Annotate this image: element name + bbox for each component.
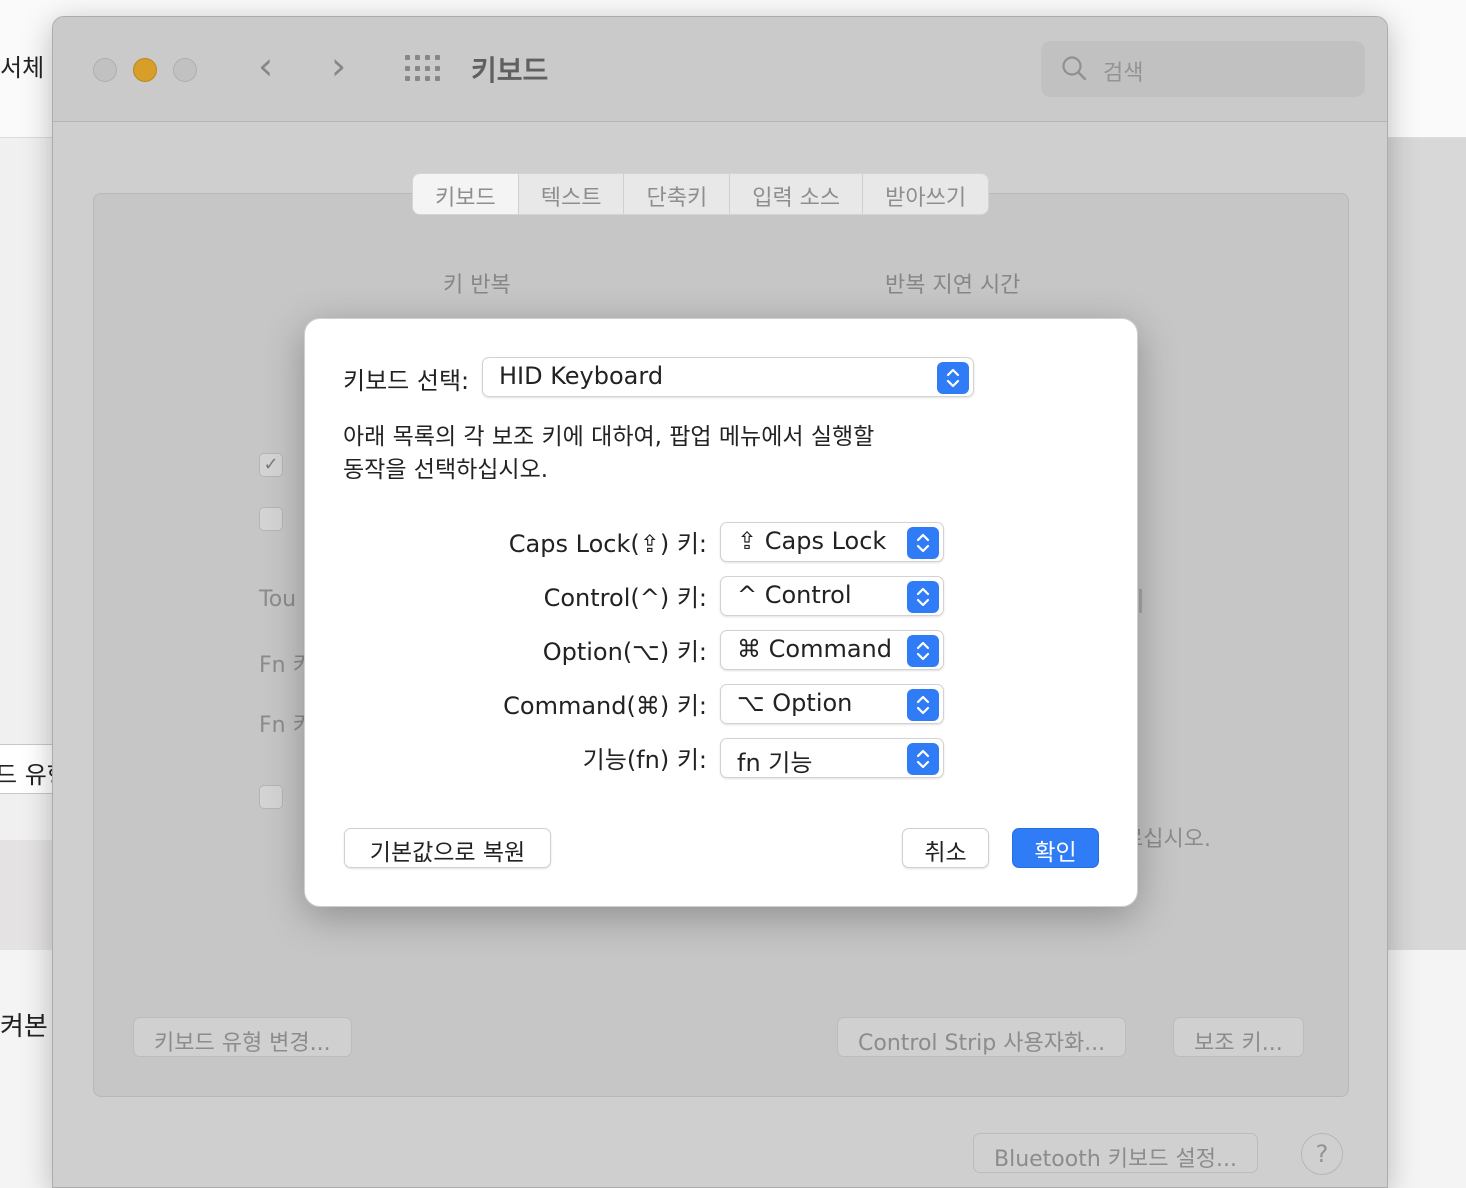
tab-bar: 키보드 텍스트 단축키 입력 소스 받아쓰기 [412, 173, 990, 215]
background-panel [0, 840, 60, 950]
background-font-label: 서체 [0, 54, 45, 82]
command-key-label: Command(⌘) 키: [503, 692, 707, 720]
control-action-value: ^ Control [737, 581, 852, 609]
command-action-popup[interactable]: ⌥ Option [720, 684, 944, 724]
background-right-panel [1388, 138, 1466, 950]
popup-arrows-icon [907, 689, 939, 721]
fn-action-popup[interactable]: fn 기능 [720, 738, 944, 778]
fn-key-label: 기능(fn) 키: [582, 746, 707, 774]
popup-arrows-icon [937, 362, 969, 394]
modifier-keys-sheet: 키보드 선택: HID Keyboard 아래 목록의 각 보조 키에 대하여,… [304, 318, 1138, 907]
tab-dictation[interactable]: 받아쓰기 [863, 174, 988, 214]
ok-button[interactable]: 확인 [1012, 828, 1099, 868]
keyboard-select-popup[interactable]: HID Keyboard [482, 357, 974, 397]
option-action-value: ⌘ Command [737, 635, 892, 663]
caps-lock-action-value: ⇪ Caps Lock [737, 527, 887, 555]
tab-keyboard[interactable]: 키보드 [413, 174, 519, 214]
instructions-line-1: 아래 목록의 각 보조 키에 대하여, 팝업 메뉴에서 실행할 [343, 424, 875, 450]
command-action-value: ⌥ Option [737, 689, 853, 717]
option-action-popup[interactable]: ⌘ Command [720, 630, 944, 670]
popup-arrows-icon [907, 743, 939, 775]
tab-input-sources[interactable]: 입력 소스 [730, 174, 864, 214]
keyboard-select-value: HID Keyboard [499, 362, 664, 390]
restore-defaults-button[interactable]: 기본값으로 복원 [344, 828, 551, 868]
background-bottom-label: 켜본 [0, 1012, 48, 1042]
caps-lock-action-popup[interactable]: ⇪ Caps Lock [720, 522, 944, 562]
tab-shortcuts[interactable]: 단축키 [624, 174, 731, 214]
keyboard-select-label: 키보드 선택: [343, 367, 470, 395]
control-key-label: Control(^) 키: [543, 584, 707, 612]
option-key-label: Option(⌥) 키: [542, 638, 707, 666]
popup-arrows-icon [907, 527, 939, 559]
popup-arrows-icon [907, 635, 939, 667]
fn-action-value: fn 기능 [737, 749, 813, 777]
popup-arrows-icon [907, 581, 939, 613]
instructions-line-2: 동작을 선택하십시오. [343, 457, 549, 483]
cancel-button[interactable]: 취소 [902, 828, 989, 868]
tab-text[interactable]: 텍스트 [519, 174, 625, 214]
caps-lock-key-label: Caps Lock(⇪) 키: [508, 530, 707, 558]
control-action-popup[interactable]: ^ Control [720, 576, 944, 616]
instructions-text: 아래 목록의 각 보조 키에 대하여, 팝업 메뉴에서 실행할 동작을 선택하십… [343, 421, 943, 487]
